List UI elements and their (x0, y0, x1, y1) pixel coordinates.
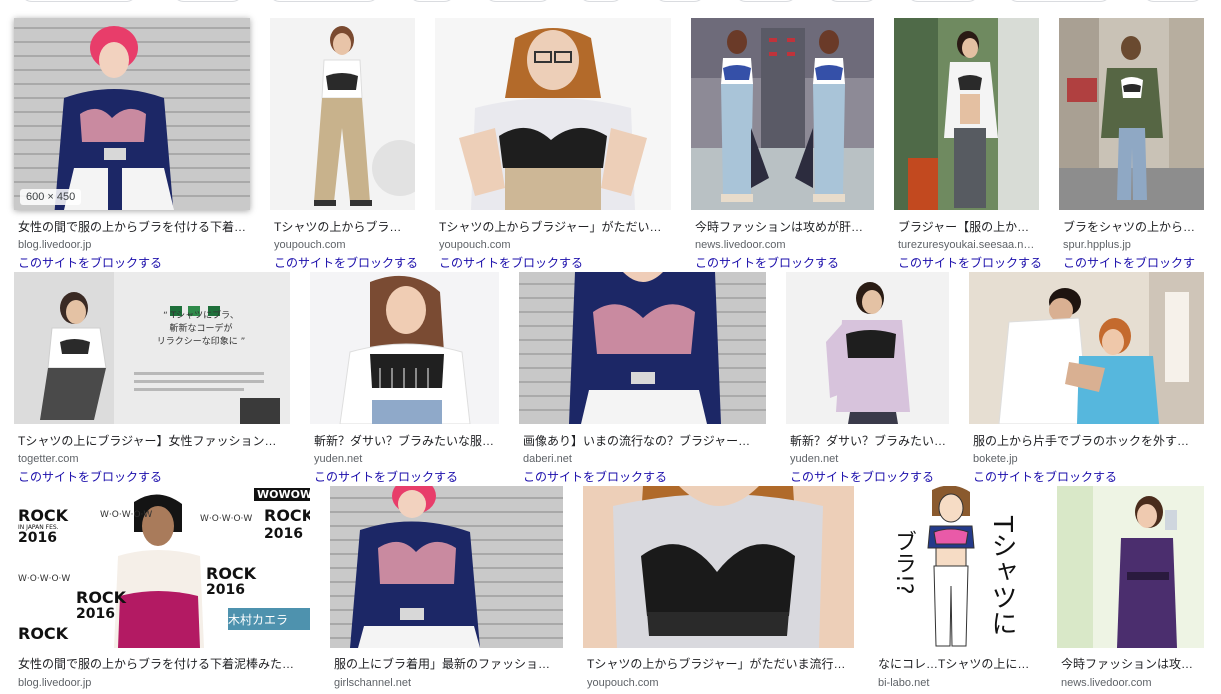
result-caption[interactable]: ブラをシャツの上から… (1063, 219, 1204, 235)
result-thumbnail[interactable]: Tシャツに ブラ!? (874, 486, 1037, 648)
filter-chip[interactable] (1006, 0, 1112, 2)
result-domain: turezuresyoukai.seesaa.n… (898, 239, 1035, 251)
result-thumbnail[interactable] (435, 18, 671, 210)
results-row: “ Tシャツにブラ、 斬新なコーデが リラクシーな印象に ” Tシャツの上にブラ… (0, 272, 1221, 486)
result-thumbnail[interactable] (310, 272, 499, 424)
result-thumbnail[interactable] (786, 272, 949, 424)
result-caption[interactable]: 斬新？ダサい？ブラみたい… (790, 433, 949, 449)
block-site-link[interactable]: このサイトをブロックす (1063, 255, 1195, 271)
result-domain: yuden.net (314, 453, 363, 465)
result-thumbnail[interactable] (519, 272, 766, 424)
result-thumbnail[interactable]: 600 × 450 (14, 18, 250, 210)
result-domain: togetter.com (18, 453, 79, 465)
result-domain: spur.hpplus.jp (1063, 239, 1131, 251)
results-row: WOWOW ROCK IN JAPAN FES. 2016 W·O·W·O·W … (0, 486, 1221, 694)
result-domain: youpouch.com (587, 677, 659, 689)
result-caption[interactable]: ブラジャー【服の上か… (898, 219, 1039, 235)
result-thumbnail[interactable] (1059, 18, 1204, 210)
result-thumbnail[interactable] (583, 486, 854, 648)
filter-chip[interactable] (1142, 0, 1204, 2)
illustration-text-t: Tシャツに (987, 516, 1017, 636)
filter-chip[interactable] (734, 0, 798, 2)
result-thumbnail[interactable] (691, 18, 874, 210)
result-caption[interactable]: 今時ファッションは攻めが肝… (695, 219, 874, 235)
image-results-page: 600 × 450 女性の間で服の上からブラを付ける下着… blog.lived… (0, 0, 1221, 694)
filter-chip[interactable] (408, 0, 456, 2)
poster-quote: “ Tシャツにブラ、 斬新なコーデが リラクシーな印象に ” (156, 311, 246, 347)
filter-chip-strip (0, 0, 1221, 4)
result-thumbnail[interactable] (270, 18, 415, 210)
result-caption[interactable]: 今時ファッションは攻… (1061, 656, 1204, 672)
block-site-link[interactable]: このサイトをブロックする (790, 469, 934, 485)
result-thumbnail[interactable]: “ Tシャツにブラ、 斬新なコーデが リラクシーな印象に ” (14, 272, 290, 424)
result-caption[interactable]: 斬新？ダサい？ブラみたいな服… (314, 433, 499, 449)
result-thumbnail[interactable] (969, 272, 1204, 424)
result-caption[interactable]: なにコレ…Tシャツの上に… (878, 656, 1037, 672)
result-thumbnail[interactable] (330, 486, 563, 648)
press-wall-text: WOWOW ROCK IN JAPAN FES. 2016 W·O·W·O·W … (14, 486, 310, 648)
result-domain: bokete.jp (973, 453, 1018, 465)
block-site-link[interactable]: このサイトをブロックする (898, 255, 1042, 271)
result-domain: youpouch.com (439, 239, 511, 251)
filter-chip[interactable] (268, 0, 380, 2)
filter-chip[interactable] (906, 0, 980, 2)
result-domain: blog.livedoor.jp (18, 239, 92, 251)
filter-chip[interactable] (578, 0, 624, 2)
result-domain: yuden.net (790, 453, 839, 465)
block-site-link[interactable]: このサイトをブロックする (973, 469, 1117, 485)
block-site-link[interactable]: このサイトをブロックする (18, 469, 162, 485)
results-row: 600 × 450 女性の間で服の上からブラを付ける下着… blog.lived… (0, 18, 1221, 274)
result-domain: blog.livedoor.jp (18, 677, 92, 689)
filter-chip[interactable] (484, 0, 552, 2)
result-domain: news.livedoor.com (695, 239, 786, 251)
result-domain: youpouch.com (274, 239, 346, 251)
result-domain: daberi.net (523, 453, 572, 465)
filter-chip[interactable] (654, 0, 706, 2)
result-thumbnail[interactable] (894, 18, 1039, 210)
result-caption[interactable]: Tシャツの上からブラジャー」がただい… (439, 219, 671, 235)
block-site-link[interactable]: このサイトをブロックする (274, 255, 418, 271)
image-dimensions-badge: 600 × 450 (20, 189, 82, 205)
result-caption[interactable]: 服の上にブラ着用」最新のファッショ… (334, 656, 563, 672)
result-domain: news.livedoor.com (1061, 677, 1152, 689)
result-caption[interactable]: 服の上から片手でブラのホックを外す… (973, 433, 1204, 449)
result-caption[interactable]: 画像あり】いまの流行なの？ブラジャー… (523, 433, 766, 449)
block-site-link[interactable]: このサイトをブロックする (695, 255, 839, 271)
result-caption[interactable]: Tシャツの上からブラジャー」がただいま流行… (587, 656, 854, 672)
filter-chip[interactable] (172, 0, 244, 2)
block-site-link[interactable]: このサイトをブロックする (314, 469, 458, 485)
filter-chip[interactable] (20, 0, 138, 2)
result-domain: girlschannel.net (334, 677, 412, 689)
result-domain: bi-labo.net (878, 677, 930, 689)
result-caption[interactable]: 女性の間で服の上からブラを付ける下着泥棒みた… (18, 656, 310, 672)
result-thumbnail[interactable]: WOWOW ROCK IN JAPAN FES. 2016 W·O·W·O·W … (14, 486, 310, 648)
result-thumbnail[interactable] (1057, 486, 1204, 648)
block-site-link[interactable]: このサイトをブロックする (439, 255, 583, 271)
result-caption[interactable]: 女性の間で服の上からブラを付ける下着… (18, 219, 250, 235)
illustration-text-bra: ブラ!? (891, 530, 916, 595)
result-caption[interactable]: Tシャツの上からブラ… (274, 219, 415, 235)
result-caption[interactable]: Tシャツの上にブラジャー】女性ファッション… (18, 433, 290, 449)
block-site-link[interactable]: このサイトをブロックする (523, 469, 667, 485)
filter-chip[interactable] (826, 0, 878, 2)
block-site-link[interactable]: このサイトをブロックする (18, 255, 162, 271)
